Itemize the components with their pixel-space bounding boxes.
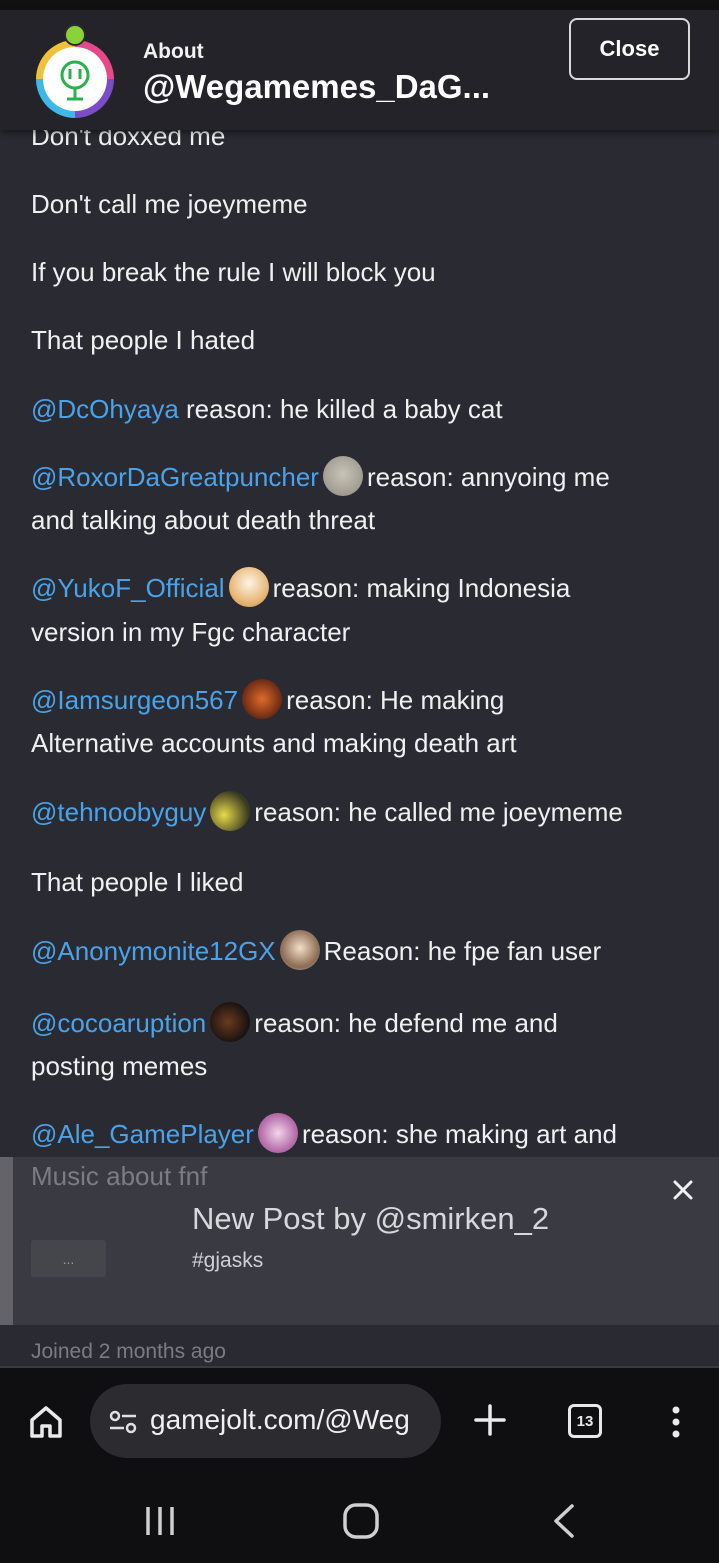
user-mention-link[interactable]: @RoxorDaGreatpuncher bbox=[31, 462, 319, 492]
bio-line: Don't call me joeymeme bbox=[31, 189, 308, 219]
entry-reason-continued: posting memes bbox=[31, 1051, 208, 1081]
toast-title: New Post by @smirken_2 bbox=[192, 1201, 550, 1236]
toast-tag: #gjasks bbox=[192, 1249, 264, 1272]
user-mention-link[interactable]: @YukoF_Official bbox=[31, 573, 225, 603]
user-avatar-icon[interactable] bbox=[279, 930, 320, 971]
hated-entry: @tehnoobyguy reason: he called me joeymem… bbox=[31, 790, 691, 834]
user-mention-link[interactable]: @cocoaruption bbox=[31, 1008, 206, 1038]
more-menu-icon[interactable] bbox=[664, 1402, 688, 1442]
microphone-icon bbox=[43, 47, 107, 111]
entry-reason: reason: he killed a baby cat bbox=[186, 394, 503, 424]
user-avatar-icon[interactable] bbox=[257, 1113, 298, 1154]
entry-reason: reason: she making art and bbox=[301, 1119, 618, 1149]
home-icon[interactable] bbox=[26, 1402, 66, 1442]
home-nav-icon[interactable] bbox=[340, 1500, 382, 1542]
entry-reason-continued: version in my Fgc character bbox=[31, 617, 351, 647]
liked-entry: @Ale_GamePlayer reason: she making art an… bbox=[31, 1112, 691, 1156]
user-avatar-icon[interactable] bbox=[322, 456, 363, 497]
user-avatar-icon[interactable] bbox=[210, 1002, 251, 1043]
liked-entry: @cocoaruption reason: he defend me and bbox=[31, 1001, 691, 1045]
hated-entry: @YukoF_Official reason: making Indonesia bbox=[31, 566, 691, 610]
status-bar bbox=[0, 0, 719, 10]
notification-toast[interactable]: Music about fnf ... New Post by @smirken… bbox=[0, 1157, 719, 1325]
entry-reason: reason: he defend me and bbox=[254, 1008, 558, 1038]
liked-entry: @Anonymonite12GX Reason: he fpe fan user bbox=[31, 929, 691, 973]
user-mention-link[interactable]: @tehnoobyguy bbox=[31, 797, 206, 827]
toast-accent-bar bbox=[0, 1157, 13, 1325]
user-avatar-icon[interactable] bbox=[228, 567, 269, 608]
entry-reason-continued: Alternative accounts and making death ar… bbox=[31, 728, 517, 758]
user-avatar-icon[interactable] bbox=[242, 679, 283, 720]
recent-apps-icon[interactable] bbox=[140, 1504, 180, 1538]
hated-entry: @Iamsurgeon567 reason: He making bbox=[31, 678, 691, 722]
url-text[interactable]: gamejolt.com/@Weg bbox=[150, 1404, 410, 1436]
liked-heading: That people I liked bbox=[31, 867, 244, 897]
close-icon[interactable] bbox=[666, 1173, 700, 1207]
about-label: About bbox=[143, 40, 204, 63]
entry-reason: reason: He making bbox=[286, 685, 505, 715]
hated-heading: That people I hated bbox=[31, 325, 256, 355]
entry-reason: Reason: he fpe fan user bbox=[323, 936, 602, 966]
user-avatar-icon[interactable] bbox=[210, 791, 251, 832]
browser-toolbar: gamejolt.com/@Weg 13 bbox=[0, 1368, 719, 1470]
tab-switcher-button[interactable]: 13 bbox=[568, 1404, 602, 1438]
profile-avatar bbox=[36, 40, 114, 118]
entry-reason-continued: and talking about death threat bbox=[31, 505, 376, 535]
hated-entry: @RoxorDaGreatpuncher reason: annyoing me bbox=[31, 455, 691, 499]
user-mention-link[interactable]: @DcOhyaya bbox=[31, 394, 179, 424]
joined-date: Joined 2 months ago bbox=[31, 1340, 226, 1363]
avatar-badge-icon bbox=[64, 24, 86, 46]
more-button[interactable]: ... bbox=[31, 1240, 106, 1277]
bio-line-behind-toast: Music about fnf bbox=[31, 1161, 208, 1191]
entry-reason: reason: annyoing me bbox=[366, 462, 610, 492]
profile-about-content[interactable]: Don't doxxed me Don't call me joeymeme I… bbox=[0, 130, 719, 1158]
about-header: About @Wegamemes_DaG... Close bbox=[0, 10, 719, 130]
entry-reason: reason: making Indonesia bbox=[272, 573, 571, 603]
entry-reason: reason: he called me joeymeme bbox=[254, 797, 623, 827]
user-mention-link[interactable]: @Ale_GamePlayer bbox=[31, 1119, 254, 1149]
profile-username: @Wegamemes_DaG... bbox=[143, 68, 491, 105]
bio-line: If you break the rule I will block you bbox=[31, 257, 436, 287]
address-bar[interactable]: gamejolt.com/@Weg bbox=[90, 1384, 441, 1458]
system-navigation-bar bbox=[0, 1470, 719, 1563]
back-icon[interactable] bbox=[548, 1502, 580, 1540]
hated-entry: @DcOhyaya reason: he killed a baby cat bbox=[31, 387, 691, 431]
close-button[interactable]: Close bbox=[569, 18, 690, 80]
user-mention-link[interactable]: @Anonymonite12GX bbox=[31, 936, 276, 966]
site-settings-icon[interactable] bbox=[108, 1408, 138, 1436]
new-tab-plus-icon[interactable] bbox=[472, 1402, 508, 1438]
bio-line: Don't doxxed me bbox=[31, 130, 226, 151]
user-mention-link[interactable]: @Iamsurgeon567 bbox=[31, 685, 238, 715]
